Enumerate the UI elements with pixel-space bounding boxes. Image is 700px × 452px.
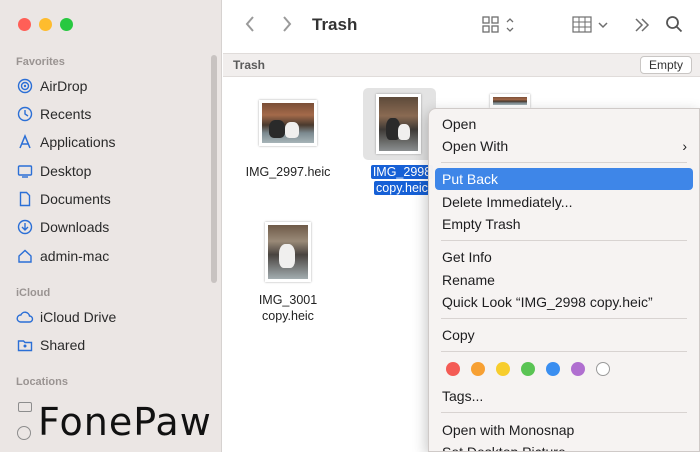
- menu-item-get-info[interactable]: Get Info: [435, 246, 693, 268]
- network-icon: [17, 426, 31, 440]
- home-icon: [16, 247, 34, 265]
- menu-item-open-with-monosnap[interactable]: Open with Monosnap: [435, 419, 693, 441]
- file-thumbnail: [265, 222, 311, 282]
- path-bar: Trash Empty: [223, 53, 700, 77]
- desktop-icon: [16, 162, 34, 180]
- tag-green-button[interactable]: [521, 362, 535, 376]
- menu-separator: [441, 318, 687, 319]
- cloud-icon: [16, 308, 34, 326]
- tag-blue-button[interactable]: [546, 362, 560, 376]
- menu-item-set-desktop-picture[interactable]: Set Desktop Picture: [435, 441, 693, 451]
- clock-icon: [16, 105, 34, 123]
- chevron-right-icon: ›: [682, 138, 687, 154]
- group-by-button[interactable]: [572, 16, 610, 39]
- chevron-right-icon: [283, 16, 292, 32]
- group-by-icon: [572, 16, 608, 33]
- menu-separator: [441, 240, 687, 241]
- locations-header: Locations: [16, 376, 68, 388]
- sidebar-item-desktop[interactable]: Desktop: [16, 160, 91, 182]
- zoom-window-button[interactable]: [60, 18, 73, 31]
- sidebar-item-airdrop[interactable]: AirDrop: [16, 75, 87, 97]
- view-mode-button[interactable]: [482, 16, 518, 39]
- sidebar-item-recents[interactable]: Recents: [16, 103, 91, 125]
- sidebar-scrollbar[interactable]: [211, 55, 217, 283]
- sidebar-item-label: Documents: [40, 191, 111, 207]
- sidebar-item-label: Downloads: [40, 219, 110, 235]
- applications-icon: [16, 133, 34, 151]
- tag-purple-button[interactable]: [571, 362, 585, 376]
- favorites-header: Favorites: [16, 56, 65, 68]
- window-controls: [18, 18, 73, 31]
- menu-separator: [441, 412, 687, 413]
- disk-icon: [18, 402, 32, 412]
- menu-item-put-back[interactable]: Put Back: [435, 168, 693, 190]
- file-name: IMG_3001 copy.heic: [258, 293, 318, 323]
- sidebar-item-documents[interactable]: Documents: [16, 188, 111, 210]
- menu-separator: [441, 351, 687, 352]
- menu-item-rename[interactable]: Rename: [435, 269, 693, 291]
- tag-red-button[interactable]: [446, 362, 460, 376]
- sidebar-item-applications[interactable]: Applications: [16, 131, 116, 153]
- file-thumbnail-partial: [490, 94, 530, 108]
- menu-item-open[interactable]: Open: [435, 113, 693, 135]
- chevron-left-icon: [245, 16, 254, 32]
- empty-trash-button[interactable]: Empty: [639, 56, 692, 74]
- tag-yellow-button[interactable]: [496, 362, 510, 376]
- file-thumbnail: [259, 100, 317, 146]
- close-window-button[interactable]: [18, 18, 31, 31]
- tag-color-row: [446, 362, 610, 376]
- toolbar: [223, 0, 700, 52]
- tag-orange-button[interactable]: [471, 362, 485, 376]
- sidebar: Favorites AirDrop Recents Applications D…: [0, 0, 222, 452]
- search-button[interactable]: [665, 15, 683, 38]
- grid-view-icon: [482, 16, 514, 33]
- sidebar-item-icloud-drive[interactable]: iCloud Drive: [16, 306, 116, 328]
- sidebar-item-label: Shared: [40, 337, 86, 353]
- menu-separator: [441, 162, 687, 163]
- menu-item-open-with[interactable]: Open With ›: [435, 135, 693, 157]
- tag-none-button[interactable]: [596, 362, 610, 376]
- search-icon: [666, 16, 683, 33]
- sidebar-item-downloads[interactable]: Downloads: [16, 216, 109, 238]
- minimize-window-button[interactable]: [39, 18, 52, 31]
- sidebar-item-label: AirDrop: [40, 78, 88, 94]
- sidebar-item-label: Applications: [40, 134, 116, 150]
- shared-folder-icon: [16, 336, 34, 354]
- context-menu: Open Open With › Put Back Delete Immedia…: [428, 108, 700, 452]
- airdrop-icon: [16, 77, 34, 95]
- sidebar-item-label: iCloud Drive: [40, 309, 117, 325]
- forward-button[interactable]: [281, 14, 293, 39]
- path-label: Trash: [233, 58, 266, 72]
- menu-item-tags[interactable]: Tags...: [435, 385, 693, 407]
- sidebar-item-label: Recents: [40, 106, 92, 122]
- document-icon: [16, 190, 34, 208]
- more-toolbar-button[interactable]: [634, 17, 650, 38]
- download-icon: [16, 218, 34, 236]
- fonepaw-watermark-logo: FonePaw: [38, 400, 212, 444]
- icloud-header: iCloud: [16, 287, 51, 299]
- sidebar-item-admin-mac[interactable]: admin-mac: [16, 245, 109, 267]
- double-chevron-right-icon: [635, 18, 650, 32]
- file-thumbnail: [376, 94, 421, 154]
- menu-item-copy[interactable]: Copy: [435, 324, 693, 346]
- menu-item-delete-immediately[interactable]: Delete Immediately...: [435, 191, 693, 213]
- window-title: Trash: [312, 15, 358, 34]
- back-button[interactable]: [244, 14, 256, 39]
- menu-item-empty-trash[interactable]: Empty Trash: [435, 213, 693, 235]
- menu-item-quick-look[interactable]: Quick Look “IMG_2998 copy.heic”: [435, 291, 693, 313]
- sidebar-item-shared[interactable]: Shared: [16, 334, 85, 356]
- sidebar-item-label: Desktop: [40, 163, 92, 179]
- sidebar-item-label: admin-mac: [40, 248, 110, 264]
- file-name: IMG_2997.heic: [245, 165, 331, 179]
